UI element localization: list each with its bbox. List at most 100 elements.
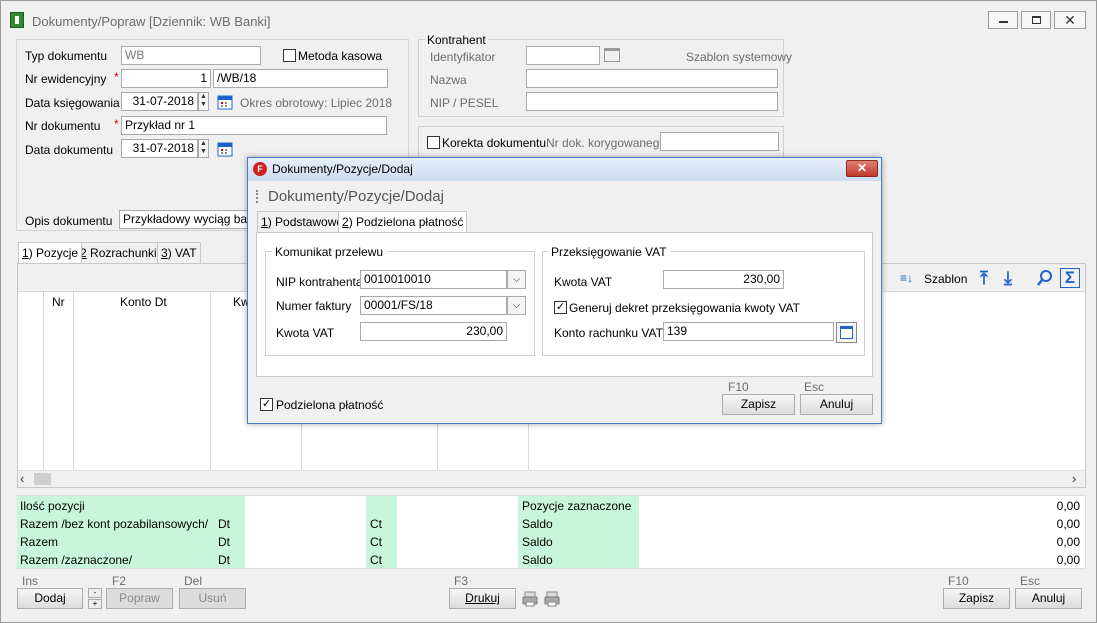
small-minus-button[interactable]: -	[88, 588, 102, 598]
tab-label: ) VAT	[167, 246, 197, 260]
nip-pesel-field[interactable]	[526, 92, 778, 111]
nr-kor-field[interactable]	[660, 132, 779, 151]
scroll-left-icon[interactable]: ‹	[20, 471, 32, 487]
nr-dok-field[interactable]: Przykład nr 1	[121, 116, 387, 135]
data-ksieg-label: Data księgowania	[25, 96, 120, 110]
opis-field[interactable]: Przykładowy wyciąg bank	[119, 210, 255, 229]
search-icon[interactable]	[1036, 269, 1054, 287]
dialog-tab-podzielona[interactable]: 2) Podzielona płatność	[338, 211, 468, 232]
drag-handle-icon	[256, 190, 259, 203]
calendar-icon[interactable]	[217, 141, 233, 157]
data-dok-field[interactable]: 31-07-2018	[121, 139, 198, 158]
konto-label: Konto rachunku VAT	[554, 326, 663, 340]
nr-ewid-suffix-field[interactable]: /WB/18	[213, 69, 388, 88]
szablon-systemowy-label: Szablon systemowy	[686, 50, 793, 64]
summary-value: 0,00	[1056, 535, 1080, 549]
dodaj-button[interactable]: Dodaj	[17, 588, 83, 609]
maximize-button[interactable]	[1021, 11, 1051, 29]
dialog-window: F Dokumenty/Pozycje/Dodaj ✕ Dokumenty/Po…	[247, 157, 882, 424]
nr-kor-label: Nr dok. korygowanego	[546, 136, 667, 150]
data-ksieg-stepper[interactable]: ▲ ▼	[198, 92, 209, 111]
nip-pesel-label: NIP / PESEL	[430, 96, 499, 110]
calendar-icon[interactable]	[217, 94, 233, 110]
print-preview-icon[interactable]	[522, 591, 538, 607]
dialog-close-button[interactable]: ✕	[846, 160, 878, 177]
print-icon[interactable]	[544, 591, 560, 607]
metoda-kasowa-checkbox[interactable]	[283, 49, 296, 62]
typ-field[interactable]: WB	[121, 46, 261, 65]
tab-label: ) Podstawowe	[267, 215, 344, 229]
account-picker-icon[interactable]	[836, 322, 857, 343]
tab-rozrachunki[interactable]: 2 Rozrachunki	[76, 242, 161, 263]
tab-key: 1	[261, 215, 268, 229]
popraw-button[interactable]: Popraw	[106, 588, 173, 609]
korekta-checkbox[interactable]	[427, 136, 440, 149]
tab-label: Rozrachunki	[86, 246, 157, 260]
anuluj-button[interactable]: Anuluj	[1015, 588, 1082, 609]
summary-label: Razem /bez kont pozabilansowych/	[20, 517, 209, 531]
tab-key: 2	[342, 215, 349, 229]
summary-dt: Dt	[218, 517, 230, 531]
move-down-icon[interactable]: ⤓	[1004, 268, 1020, 288]
przeks-kwota-label: Kwota VAT	[554, 275, 613, 289]
drukuj-button[interactable]: Drukuj	[449, 588, 516, 609]
horizontal-scrollbar[interactable]: ‹ ›	[18, 470, 1085, 487]
dialog-app-icon: F	[253, 162, 267, 176]
numer-faktury-field[interactable]: 00001/FS/18	[360, 296, 507, 315]
tab-label: ) Podzielona płatność	[348, 215, 464, 229]
summary-right-label: Saldo	[522, 517, 553, 531]
przeks-group-label: Przeksięgowanie VAT	[548, 245, 670, 259]
przeks-kwota-field[interactable]: 230,00	[663, 270, 784, 289]
chevron-down-icon[interactable]: ⌵	[507, 296, 526, 315]
col-header-konto-dt[interactable]: Konto Dt	[120, 295, 167, 309]
summary-ct: Ct	[370, 517, 382, 531]
nip-kontrahenta-field[interactable]: 0010010010	[360, 270, 507, 289]
small-plus-button[interactable]: +	[88, 599, 102, 609]
okres-text: Okres obrotowy: Lipiec 2018	[240, 96, 393, 110]
summary-ct: Ct	[370, 535, 382, 549]
move-up-icon[interactable]: ⤒	[980, 268, 996, 288]
dialog-tab-podstawowe[interactable]: 1) Podstawowe	[257, 211, 348, 232]
podzielona-checkbox[interactable]: ✓	[260, 398, 273, 411]
data-dok-stepper[interactable]: ▲ ▼	[198, 139, 209, 158]
grid-col-divider	[210, 292, 211, 470]
chevron-down-icon[interactable]: ⌵	[507, 270, 526, 289]
data-ksieg-field[interactable]: 31-07-2018	[121, 92, 198, 111]
minimize-button[interactable]	[988, 11, 1018, 29]
numer-faktury-label: Numer faktury	[276, 299, 352, 313]
app-icon	[10, 12, 24, 28]
tab-key: 1	[22, 246, 29, 260]
col-header-nr[interactable]: Nr	[52, 295, 65, 309]
nazwa-field[interactable]	[526, 69, 778, 88]
summary-dt: Dt	[218, 553, 230, 567]
tab-pozycje[interactable]: 1) Pozycje	[18, 242, 83, 263]
dialog-zapisz-button[interactable]: Zapisz	[722, 394, 795, 415]
summary-value: 0,00	[1056, 553, 1080, 567]
dialog-f10-key-hint: F10	[728, 380, 749, 394]
folder-icon[interactable]	[604, 48, 620, 62]
generuj-checkbox[interactable]: ✓	[554, 301, 567, 314]
szablon-label[interactable]: Szablon	[924, 272, 967, 286]
window-title: Dokumenty/Popraw [Dziennik: WB Banki]	[32, 14, 271, 29]
zapisz-button[interactable]: Zapisz	[943, 588, 1010, 609]
ins-key-hint: Ins	[22, 574, 39, 588]
close-button[interactable]: ✕	[1054, 11, 1086, 29]
tab-vat[interactable]: 3) VAT	[157, 242, 201, 263]
dialog-anuluj-button[interactable]: Anuluj	[800, 394, 873, 415]
szablon-icon[interactable]: ≡↓	[900, 271, 916, 285]
konto-field[interactable]: 139	[663, 322, 834, 341]
title-bar: Dokumenty/Popraw [Dziennik: WB Banki] ✕	[1, 1, 1096, 39]
scroll-thumb[interactable]	[34, 473, 51, 485]
grid-col-divider	[73, 292, 74, 470]
nr-ewid-number-field[interactable]: 1	[121, 69, 211, 88]
usun-button[interactable]: Usuń	[179, 588, 246, 609]
data-dok-label: Data dokumentu	[25, 143, 114, 157]
summary-row: Razem /bez kont pozabilansowych/ Dt Ct S…	[17, 515, 1086, 533]
identyfikator-field[interactable]	[526, 46, 600, 65]
opis-label: Opis dokumentu	[25, 214, 113, 228]
kwota-vat-field[interactable]: 230,00	[360, 322, 507, 341]
dialog-title-bar: F Dokumenty/Pozycje/Dodaj ✕	[248, 158, 881, 181]
sum-icon[interactable]: Σ	[1060, 268, 1080, 288]
scroll-right-icon[interactable]: ›	[1072, 471, 1084, 487]
required-mark: *	[114, 117, 119, 131]
